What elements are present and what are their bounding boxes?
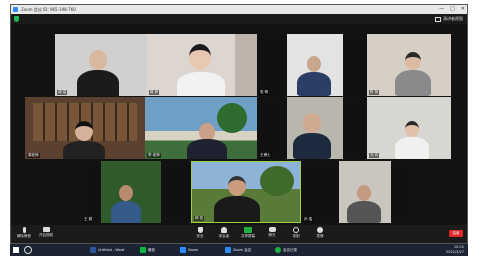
windows-start-icon[interactable] <box>13 247 19 253</box>
video-button[interactable]: 开启视频 <box>35 227 57 237</box>
window-title: Zoom 会议 ID: 965-198-760 <box>21 7 76 12</box>
mute-button[interactable]: 解除静音 <box>13 227 35 238</box>
video-tile[interactable]: 王 超 <box>81 161 191 223</box>
video-tile[interactable]: 刘 芳 <box>367 97 451 159</box>
video-tile[interactable]: 蒋 婷 <box>147 34 257 96</box>
participant-name: 陈 慧 <box>369 90 380 95</box>
record-button[interactable]: 录制 <box>285 227 307 238</box>
zoom-icon <box>180 247 186 253</box>
participant-name: 刘 芳 <box>369 153 380 158</box>
zoom-window: Zoom 会议 ID: 965-198-760 — □ ✕ 演讲者视图 胡 斌 … <box>10 4 468 244</box>
participant-name: 蒋 婷 <box>149 90 160 95</box>
video-tile[interactable]: 胡 斌 <box>55 34 147 96</box>
camera-icon <box>42 227 50 232</box>
participant-name: 杨 宏 <box>194 216 205 221</box>
participant-name: 孙 浩 <box>303 217 314 222</box>
word-icon <box>90 247 96 253</box>
smiley-icon <box>317 227 323 233</box>
meeting-top-bar: 演讲者视图 <box>11 14 467 24</box>
video-tile[interactable]: 周老师 <box>25 97 145 159</box>
wechat-icon <box>140 247 146 253</box>
microphone-icon <box>22 227 26 233</box>
share-screen-button[interactable]: 共享屏幕 <box>237 227 259 238</box>
video-tile[interactable]: 李 老师 <box>145 97 257 159</box>
close-button[interactable]: ✕ <box>461 5 465 14</box>
people-icon <box>221 227 227 233</box>
title-bar: Zoom 会议 ID: 965-198-760 — □ ✕ <box>11 5 467 14</box>
participants-button[interactable]: 参会者 <box>213 227 235 238</box>
windows-taskbar: Untitled - Word 微信 Zoom Zoom 会议 会议记录 10:… <box>10 244 468 256</box>
view-label: 演讲者视图 <box>443 16 463 21</box>
view-toggle-button[interactable]: 演讲者视图 <box>435 15 463 23</box>
meeting-controls-bar: 解除静音 开启视频 安全 参会者 共享屏幕 聊天 录制 表情 结束 <box>11 225 467 243</box>
end-meeting-button[interactable]: 结束 <box>449 230 463 237</box>
participant-name: 李 老师 <box>147 153 161 158</box>
zoom-icon <box>13 7 18 12</box>
security-shield-icon[interactable] <box>14 16 19 22</box>
taskbar-app-notes[interactable]: 会议记录 <box>275 246 297 254</box>
participant-name: 王 超 <box>83 217 94 222</box>
taskbar-app-word[interactable]: Untitled - Word <box>90 246 124 254</box>
participant-name: 胡 斌 <box>57 90 68 95</box>
active-speaker-tile[interactable]: 杨 宏 <box>191 161 301 223</box>
maximize-button[interactable]: □ <box>450 5 455 14</box>
shield-icon <box>197 227 203 233</box>
taskbar-app-zoom[interactable]: Zoom <box>180 246 198 254</box>
share-screen-icon <box>244 227 252 233</box>
record-icon <box>293 227 299 233</box>
participant-name: 周老师 <box>27 153 40 158</box>
zoom-meeting-icon <box>225 247 231 253</box>
taskbar-app-wechat[interactable]: 微信 <box>140 246 155 254</box>
video-tile[interactable]: 陈 慧 <box>367 34 451 96</box>
video-tile[interactable]: 王博士 <box>257 97 367 159</box>
chat-icon <box>268 227 276 232</box>
search-icon[interactable] <box>24 246 32 254</box>
notes-icon <box>275 247 281 253</box>
video-tile[interactable]: 张 明 <box>257 34 367 96</box>
minimize-button[interactable]: — <box>439 5 444 14</box>
participant-name: 张 明 <box>259 90 270 95</box>
participant-name: 王博士 <box>259 153 272 158</box>
chat-button[interactable]: 聊天 <box>261 227 283 237</box>
security-button[interactable]: 安全 <box>189 227 211 238</box>
taskbar-app-zoom-meeting[interactable]: Zoom 会议 <box>225 246 251 254</box>
video-tile[interactable]: 孙 浩 <box>301 161 411 223</box>
clock-date: 2021/3/27 <box>446 250 464 254</box>
reactions-button[interactable]: 表情 <box>309 227 331 238</box>
system-tray-clock[interactable]: 10:22 2021/3/27 <box>446 245 464 255</box>
grid-icon <box>435 16 441 22</box>
